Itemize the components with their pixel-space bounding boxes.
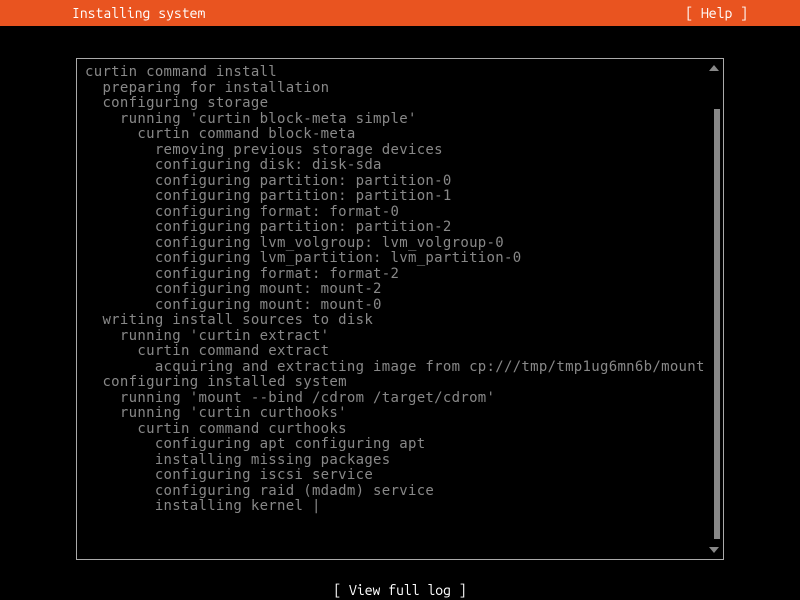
view-full-log-button[interactable]: [ View full log ] xyxy=(333,582,466,598)
scrollbar-thumb[interactable] xyxy=(714,109,720,539)
page-title: Installing system xyxy=(12,5,205,21)
install-log-box: curtin command install preparing for ins… xyxy=(76,58,724,560)
footer: [ View full log ] xyxy=(0,560,800,598)
install-log-content: curtin command install preparing for ins… xyxy=(85,65,715,515)
scroll-up-icon[interactable] xyxy=(709,65,719,71)
help-button[interactable]: [ Help ] xyxy=(685,5,788,21)
main-area: curtin command install preparing for ins… xyxy=(0,26,800,560)
header-bar: Installing system [ Help ] xyxy=(0,0,800,26)
scroll-down-icon[interactable] xyxy=(709,547,719,553)
